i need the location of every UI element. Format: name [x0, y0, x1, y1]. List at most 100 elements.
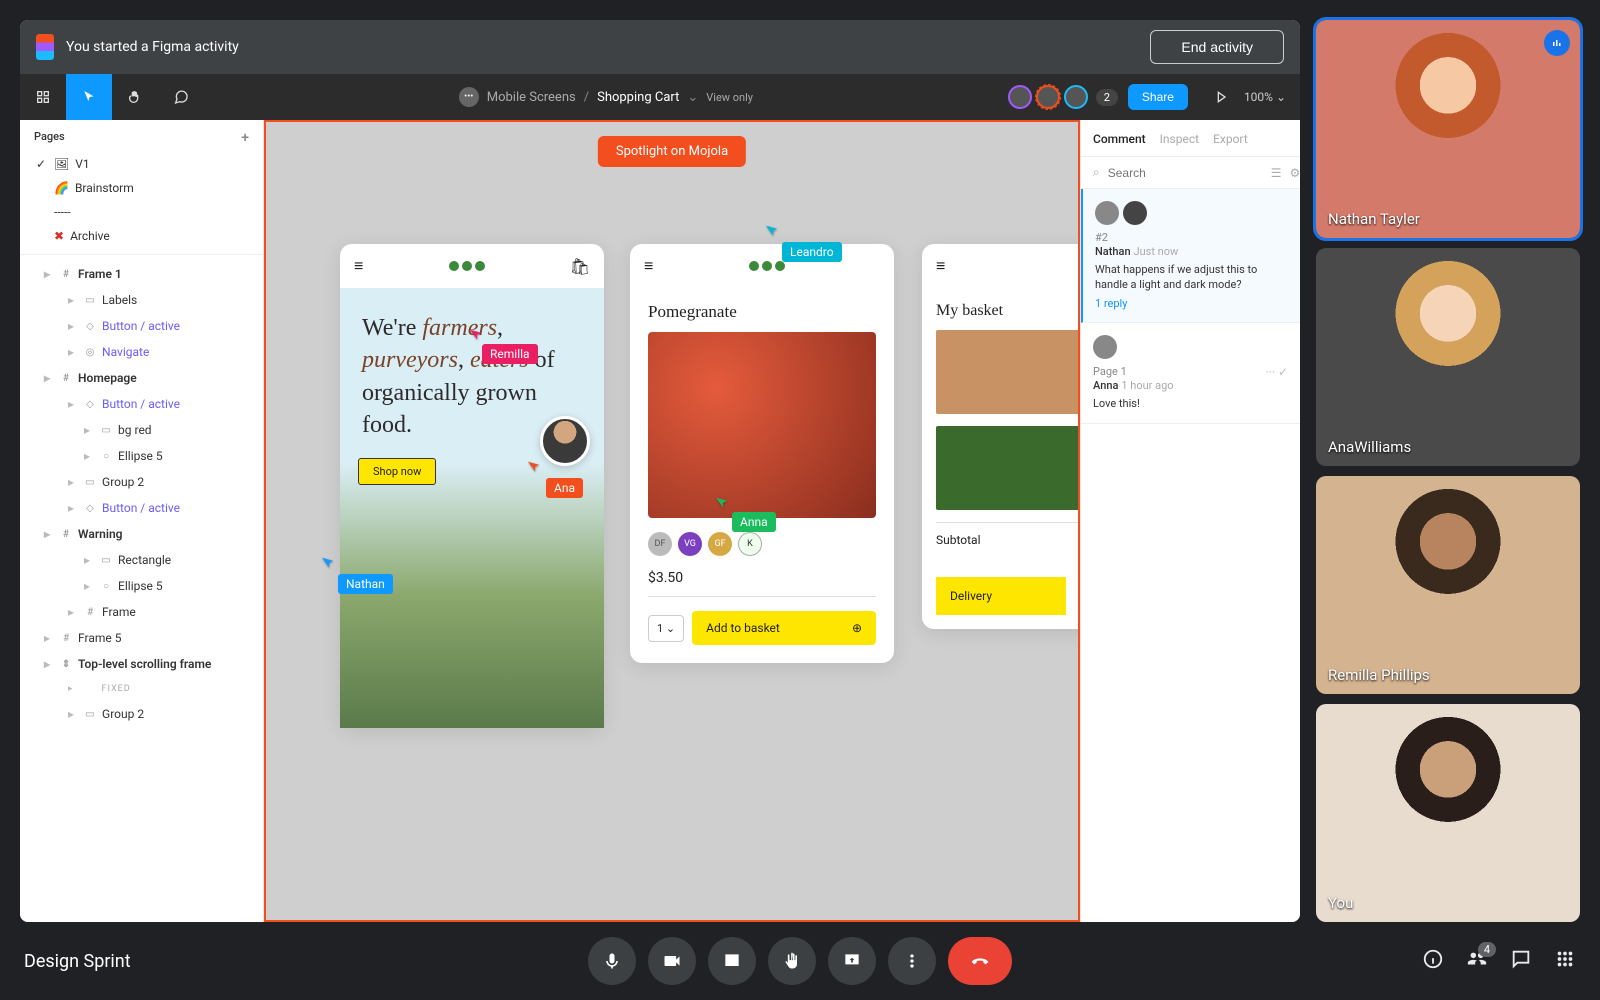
- mockup-product: ≡ Pomegranate DFVGGFK $3.50 1 ⌄ Add to b…: [630, 244, 894, 663]
- meet-control-bar: Design Sprint 4: [0, 922, 1600, 1000]
- product-image: [648, 332, 876, 518]
- panel-tab[interactable]: Inspect: [1160, 132, 1199, 146]
- product-title: Pomegranate: [648, 302, 876, 322]
- qty-selector: 1 ⌄: [648, 615, 684, 642]
- subtotal-label: Subtotal: [936, 522, 1080, 547]
- video-tile[interactable]: Nathan Tayler: [1316, 20, 1580, 238]
- layer-item[interactable]: ▸#Frame 5: [20, 625, 263, 651]
- present-button[interactable]: [1198, 74, 1244, 120]
- activity-title: You started a Figma activity: [66, 39, 1150, 55]
- hand-tool-button[interactable]: [112, 74, 158, 120]
- mic-button[interactable]: [588, 937, 636, 985]
- mockup-basket: ≡ My basket Subtotal Delivery: [922, 244, 1080, 629]
- shop-now-button: Shop now: [358, 458, 436, 485]
- panel-tabs[interactable]: Comment Inspect Export: [1081, 120, 1300, 157]
- layer-item[interactable]: ▸▭Labels: [20, 287, 263, 313]
- diet-chip: GF: [708, 532, 732, 556]
- menu-icon: ≡: [354, 256, 363, 276]
- layer-item[interactable]: ▸○Ellipse 5: [20, 573, 263, 599]
- figma-menu-button[interactable]: [20, 74, 66, 120]
- settings-icon[interactable]: ⚙: [1290, 166, 1301, 180]
- video-sidebar: Nathan TaylerAnaWilliamsRemilla Phillips…: [1316, 20, 1580, 922]
- menu-icon: ≡: [936, 256, 945, 276]
- layer-item[interactable]: ▸#Homepage: [20, 365, 263, 391]
- chat-button[interactable]: [1510, 948, 1532, 974]
- present-screen-button[interactable]: [828, 937, 876, 985]
- product-price: $3.50: [648, 570, 876, 597]
- cursor-label-ana: Ana: [546, 478, 583, 498]
- layers-panel: Pages + ✓🖼V1🌈Brainstorm-----✖Archive ▸#Fr…: [20, 120, 264, 922]
- cursor-icon: [319, 552, 341, 576]
- project-icon: •••: [459, 87, 479, 107]
- diet-chip: K: [738, 532, 762, 556]
- cart-icon: 🛍: [570, 257, 590, 276]
- comment-search-input[interactable]: [1108, 166, 1263, 180]
- panel-tab[interactable]: Export: [1213, 132, 1248, 146]
- layer-item[interactable]: ▸▭Group 2: [20, 701, 263, 727]
- layer-item[interactable]: ▸#Frame: [20, 599, 263, 625]
- layer-item[interactable]: ▸#Frame 1: [20, 261, 263, 287]
- collaborator-avatars[interactable]: 2: [1008, 85, 1118, 109]
- layer-item[interactable]: ▸◇Button / active: [20, 391, 263, 417]
- layer-item[interactable]: ▸○Ellipse 5: [20, 443, 263, 469]
- cursor-label-leandro: Leandro: [782, 242, 842, 262]
- search-icon: ⌕: [1093, 165, 1100, 180]
- speaking-indicator-icon: [1544, 30, 1570, 56]
- share-button[interactable]: Share: [1128, 84, 1188, 110]
- basket-item-image: [936, 426, 1080, 510]
- layer-item[interactable]: ▸#Warning: [20, 521, 263, 547]
- info-button[interactable]: [1422, 948, 1444, 974]
- spotlight-banner[interactable]: Spotlight on Mojola: [598, 136, 746, 167]
- cursor-label-anna: Anna: [732, 512, 776, 532]
- layer-item[interactable]: ▸▭bg red: [20, 417, 263, 443]
- zoom-dropdown[interactable]: 100% ⌄: [1244, 90, 1286, 104]
- layer-item[interactable]: ▸◇Button / active: [20, 313, 263, 339]
- layer-item[interactable]: ▸⇕Top-level scrolling frame: [20, 651, 263, 677]
- page-item[interactable]: 🌈Brainstorm: [20, 176, 263, 200]
- raise-hand-button[interactable]: [768, 937, 816, 985]
- delivery-button: Delivery: [936, 577, 1066, 615]
- avatar: [1036, 85, 1060, 109]
- figma-canvas[interactable]: Spotlight on Mojola ≡🛍 We're farmers, pu…: [264, 120, 1080, 922]
- video-tile[interactable]: AnaWilliams: [1316, 248, 1580, 466]
- pages-heading: Pages: [34, 130, 65, 146]
- layer-item[interactable]: ▸FIXED: [20, 677, 263, 701]
- figma-logo-icon: [36, 34, 54, 60]
- layer-item[interactable]: ▸◇Button / active: [20, 495, 263, 521]
- layer-item[interactable]: ▸◎Navigate: [20, 339, 263, 365]
- video-tile[interactable]: Remilla Phillips: [1316, 476, 1580, 694]
- panel-tab[interactable]: Comment: [1093, 132, 1146, 146]
- layer-item[interactable]: ▸▭Rectangle: [20, 547, 263, 573]
- user-avatar: [540, 416, 590, 466]
- filter-icon[interactable]: ☰: [1271, 166, 1282, 180]
- comment-tool-button[interactable]: [158, 74, 204, 120]
- comment-thread[interactable]: ··· ✓Page 1Anna 1 hour agoLove this!: [1081, 323, 1300, 424]
- menu-icon: ≡: [644, 256, 653, 276]
- basket-item-image: [936, 330, 1080, 414]
- page-item[interactable]: -----: [20, 200, 263, 224]
- more-options-button[interactable]: [888, 937, 936, 985]
- camera-button[interactable]: [648, 937, 696, 985]
- add-page-icon[interactable]: +: [241, 130, 249, 146]
- end-activity-button[interactable]: End activity: [1150, 30, 1284, 64]
- cursor-icon: [763, 220, 785, 244]
- hangup-button[interactable]: [948, 937, 1012, 985]
- video-tile[interactable]: You: [1316, 704, 1580, 922]
- basket-title: My basket: [936, 302, 1080, 320]
- page-item[interactable]: ✓🖼V1: [20, 152, 263, 176]
- avatar: [1008, 85, 1032, 109]
- pointer-tool-button[interactable]: [66, 74, 112, 120]
- comment-thread[interactable]: #2Nathan Just nowWhat happens if we adju…: [1081, 189, 1300, 323]
- activity-banner: You started a Figma activity End activit…: [20, 20, 1300, 74]
- breadcrumb[interactable]: ••• Mobile Screens / Shopping Cart ⌄ Vie…: [204, 87, 1008, 107]
- comments-panel: Comment Inspect Export ⌕ ☰ ⚙ #2Nathan Just…: [1080, 120, 1300, 922]
- captions-button[interactable]: [708, 937, 756, 985]
- diet-chip: DF: [648, 532, 672, 556]
- layer-item[interactable]: ▸▭Group 2: [20, 469, 263, 495]
- page-item[interactable]: ✖Archive: [20, 224, 263, 248]
- people-button[interactable]: 4: [1466, 948, 1488, 974]
- activities-button[interactable]: [1554, 948, 1576, 974]
- avatar: [1064, 85, 1088, 109]
- add-to-basket-button: Add to basket⊕: [692, 611, 876, 645]
- cursor-label-nathan: Nathan: [338, 574, 393, 594]
